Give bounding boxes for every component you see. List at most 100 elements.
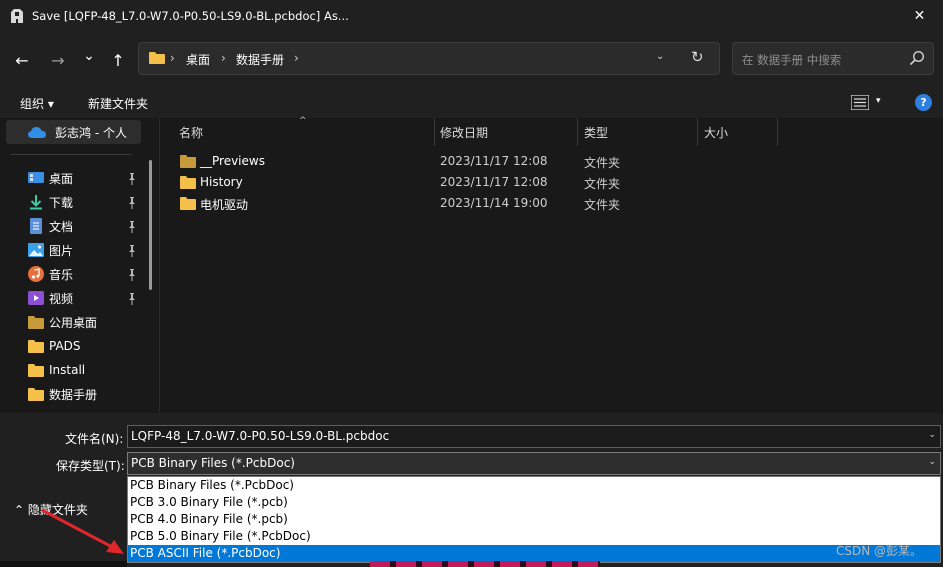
annotation-arrow <box>41 508 124 554</box>
cloud-icon <box>28 127 46 138</box>
view-options-caret[interactable]: ▾ <box>876 96 881 106</box>
download-icon <box>30 195 42 210</box>
column-separator[interactable] <box>434 118 435 146</box>
video-icon <box>28 291 44 305</box>
filetype-option[interactable]: PCB 5.0 Binary File (*.PcbDoc) <box>128 528 940 545</box>
file-type: 文件夹 <box>584 198 621 212</box>
filetype-option-selected[interactable]: PCB ASCII File (*.PcbDoc) <box>128 545 940 562</box>
sidebar-item-pads[interactable]: PADS <box>28 336 148 356</box>
recent-locations-button[interactable]: ⌄ <box>77 44 101 68</box>
help-icon[interactable]: ? <box>915 94 932 111</box>
folder-icon <box>28 316 44 329</box>
file-name: 电机驱动 <box>200 198 249 212</box>
search-placeholder: 在 数据手册 中搜索 <box>742 53 842 67</box>
search-input[interactable]: 在 数据手册 中搜索 <box>732 42 934 75</box>
folder-icon <box>28 340 44 353</box>
breadcrumb-desktop[interactable]: 桌面 <box>186 51 210 68</box>
column-separator[interactable] <box>577 118 578 146</box>
filename-field[interactable]: LQFP-48_L7.0-W7.0-P0.50-LS9.0-BL.pcbdoc … <box>127 425 941 448</box>
forward-button[interactable]: → <box>46 48 70 72</box>
refresh-button[interactable]: ↻ <box>691 48 704 66</box>
desktop-icon <box>28 172 44 183</box>
pin-icon <box>129 245 135 257</box>
sidebar-item-label: 文档 <box>49 219 74 234</box>
folder-icon <box>180 155 196 168</box>
sidebar-item-label: 桌面 <box>49 171 74 186</box>
back-button[interactable]: ← <box>10 48 34 72</box>
file-type: 文件夹 <box>584 177 621 191</box>
breadcrumb-datasheets[interactable]: 数据手册 <box>236 51 284 68</box>
sidebar-item-datasheets[interactable]: 数据手册 <box>28 384 148 404</box>
table-row[interactable]: 电机驱动 2023/11/14 19:00 文件夹 <box>180 194 920 214</box>
sidebar-item-label: 下载 <box>49 195 74 210</box>
chevron-down-icon[interactable]: ⌄ <box>928 457 936 467</box>
chevron-down-icon[interactable]: ⌄ <box>928 430 936 440</box>
file-date: 2023/11/17 12:08 <box>440 154 548 168</box>
file-name: __Previews <box>200 154 265 168</box>
sidebar-item-label: Install <box>49 363 86 377</box>
music-icon <box>28 266 44 282</box>
filename-label: 文件名(N): <box>65 432 124 446</box>
breadcrumb-separator: › <box>221 51 226 65</box>
watermark: CSDN @彭某。 <box>836 544 923 558</box>
view-options-icon[interactable] <box>851 95 869 110</box>
sidebar-item-label: 彭志鸿 - 个人 <box>55 125 127 140</box>
navigation-bar: ← → ⌄ ↑ › 桌面 › 数据手册 › ⌄ ↻ 在 数据手册 中搜索 <box>0 32 943 88</box>
address-dropdown-button[interactable]: ⌄ <box>656 51 664 62</box>
folder-icon <box>180 176 196 189</box>
folder-icon <box>28 388 44 401</box>
column-header-type[interactable]: 类型 <box>584 124 608 141</box>
sidebar-item-label: 数据手册 <box>49 387 98 402</box>
column-header-name[interactable]: 名称 <box>179 124 203 141</box>
breadcrumb-separator: › <box>294 51 299 65</box>
table-row[interactable]: __Previews 2023/11/17 12:08 文件夹 <box>180 152 920 172</box>
navigation-pane: 彭志鸿 - 个人 桌面 下载 文档 图片 音乐 视频 公用桌面 PADS Ins… <box>0 118 160 413</box>
filetype-option[interactable]: PCB 3.0 Binary File (*.pcb) <box>128 494 940 511</box>
command-bar: 组织 ▾ 新建文件夹 ▾ ? <box>0 88 943 118</box>
column-separator[interactable] <box>697 118 698 146</box>
column-header-size[interactable]: 大小 <box>704 124 728 141</box>
sidebar-item-label: PADS <box>49 339 81 353</box>
pin-icon <box>129 197 135 209</box>
filetype-label: 保存类型(T): <box>56 459 125 473</box>
up-button[interactable]: ↑ <box>106 48 130 72</box>
new-folder-button[interactable]: 新建文件夹 <box>88 95 148 112</box>
taskbar-strip <box>370 561 600 567</box>
address-bar[interactable]: › 桌面 › 数据手册 › ⌄ ↻ <box>138 42 720 75</box>
sort-indicator-icon: ^ <box>299 116 307 126</box>
close-button[interactable]: ✕ <box>896 0 943 32</box>
filename-value: LQFP-48_L7.0-W7.0-P0.50-LS9.0-BL.pcbdoc <box>131 429 390 443</box>
pin-icon <box>129 173 135 185</box>
sidebar-scrollbar[interactable] <box>149 160 152 290</box>
sidebar-item-onedrive[interactable]: 彭志鸿 - 个人 <box>6 120 141 144</box>
folder-icon <box>180 197 196 210</box>
taskbar-strip <box>0 561 127 567</box>
picture-icon <box>28 243 44 257</box>
table-row[interactable]: History 2023/11/17 12:08 文件夹 <box>180 173 920 193</box>
folder-icon <box>28 364 44 377</box>
file-date: 2023/11/17 12:08 <box>440 175 548 189</box>
file-type: 文件夹 <box>584 156 621 170</box>
title-bar: Save [LQFP-48_L7.0-W7.0-P0.50-LS9.0-BL.p… <box>0 0 943 32</box>
pin-icon <box>129 269 135 281</box>
sidebar-item-install[interactable]: Install <box>28 360 148 380</box>
file-date: 2023/11/14 19:00 <box>440 196 548 210</box>
sidebar-item-public-desktop[interactable]: 公用桌面 <box>28 312 148 332</box>
sidebar-item-label: 视频 <box>49 291 74 306</box>
filetype-dropdown-list: PCB Binary Files (*.PcbDoc) PCB 3.0 Bina… <box>127 476 941 563</box>
breadcrumb-separator: › <box>170 51 175 65</box>
search-icon[interactable] <box>909 50 925 66</box>
sidebar-divider <box>10 154 132 155</box>
column-separator[interactable] <box>777 118 778 146</box>
column-header-date[interactable]: 修改日期 <box>440 124 488 141</box>
file-list: ^ 名称 修改日期 类型 大小 __Previews 2023/11/17 12… <box>160 116 943 413</box>
organize-button[interactable]: 组织 ▾ <box>20 95 54 112</box>
filetype-select[interactable]: PCB Binary Files (*.PcbDoc) ⌄ <box>127 452 941 475</box>
filetype-option[interactable]: PCB 4.0 Binary File (*.pcb) <box>128 511 940 528</box>
sidebar-item-label: 音乐 <box>49 267 74 282</box>
document-icon <box>30 218 42 234</box>
filetype-option[interactable]: PCB Binary Files (*.PcbDoc) <box>128 477 940 494</box>
window-title: Save [LQFP-48_L7.0-W7.0-P0.50-LS9.0-BL.p… <box>32 9 349 23</box>
sidebar-item-label: 图片 <box>49 243 74 258</box>
pin-icon <box>129 293 135 305</box>
